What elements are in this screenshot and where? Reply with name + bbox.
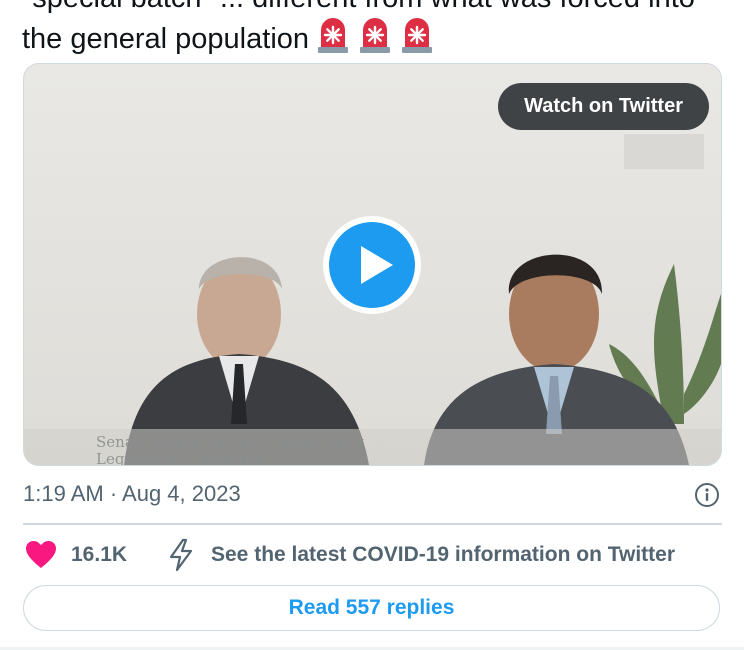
heart-icon[interactable] [25, 540, 57, 575]
tweet-text: "special batch" ... different from what … [22, 0, 742, 65]
watch-on-twitter-button[interactable]: Watch on Twitter [498, 83, 709, 130]
video-player[interactable]: Senate Education and Employment Legislat… [23, 63, 722, 466]
read-replies-button[interactable]: Read 557 replies [23, 585, 720, 631]
lightning-bolt-icon [166, 538, 196, 577]
tweet-timestamp[interactable]: 1:19 AM · Aug 4, 2023 [23, 480, 241, 508]
tweet-text-line-2-text: the general population [22, 23, 310, 55]
tweet-text-line-2: the general population [22, 18, 742, 65]
video-caption-line-2: Legislation Committee [96, 450, 269, 466]
tweet-meta: 1:19 AM · Aug 4, 2023 [23, 480, 720, 510]
police-light-icon [315, 18, 351, 65]
video-caption-line-1: Senate Education and Employment [96, 433, 365, 451]
divider [23, 523, 722, 525]
play-icon[interactable] [322, 215, 422, 315]
info-icon[interactable] [694, 482, 720, 513]
like-count[interactable]: 16.1K [71, 541, 127, 569]
video-caption: Senate Education and Employment Legislat… [96, 434, 364, 466]
tweet-actions: 16.1K See the latest COVID-19 informatio… [23, 536, 720, 576]
covid-info-link[interactable]: See the latest COVID-19 information on T… [211, 541, 675, 569]
tweet-text-line-1: "special batch" ... different from what … [22, 0, 742, 18]
police-light-icon [399, 18, 435, 65]
police-light-icon [357, 18, 393, 65]
